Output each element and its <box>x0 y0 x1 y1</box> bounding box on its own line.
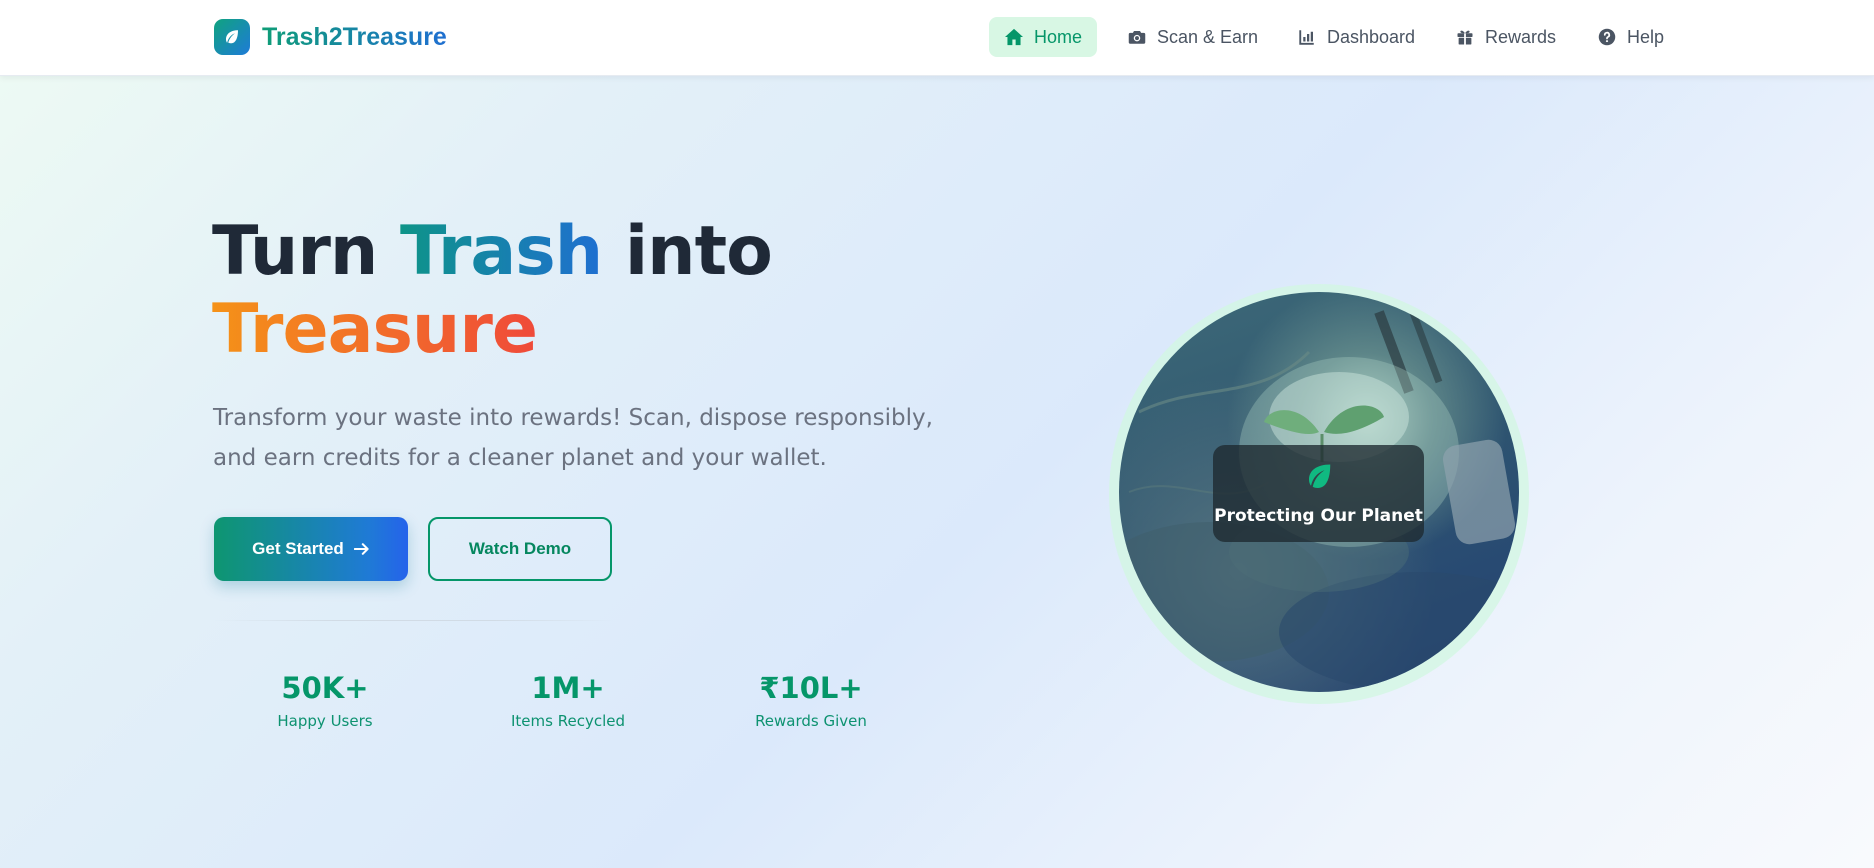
hero-subtitle: Transform your waste into rewards! Scan,… <box>213 398 933 478</box>
home-icon <box>1004 27 1024 47</box>
stat-items-recycled: 1M+ Items Recycled <box>458 668 678 730</box>
stat-label: Happy Users <box>277 712 373 730</box>
nav-dashboard[interactable]: Dashboard <box>1282 17 1430 57</box>
nav-scan-earn[interactable]: Scan & Earn <box>1112 17 1273 57</box>
brand-name: Trash2Treasure <box>262 22 447 51</box>
question-circle-icon <box>1597 27 1617 47</box>
leaf-icon <box>1303 462 1335 496</box>
camera-icon <box>1127 27 1147 47</box>
hero-caption-label: Protecting Our Planet <box>1214 505 1423 526</box>
stat-value: ₹10L+ <box>759 671 863 705</box>
leaf-icon <box>214 19 250 55</box>
hero-title: Turn Trash into Treasure <box>212 212 773 369</box>
stat-label: Items Recycled <box>511 712 625 730</box>
nav-scan-earn-label: Scan & Earn <box>1157 26 1259 47</box>
gift-icon <box>1455 27 1475 47</box>
watch-demo-label: Watch Demo <box>468 539 572 558</box>
hero-title-highlight-trash: Trash <box>399 212 603 291</box>
get-started-button[interactable]: Get Started <box>214 517 408 581</box>
stat-happy-users: 50K+ Happy Users <box>215 668 435 730</box>
nav-dashboard-label: Dashboard <box>1327 26 1416 47</box>
nav-home-label: Home <box>1034 26 1083 47</box>
stat-value: 1M+ <box>531 671 605 705</box>
hero-title-part1: Turn <box>212 212 400 291</box>
hero-title-part2: into <box>602 212 773 291</box>
hero-image-caption: Protecting Our Planet <box>1213 445 1424 542</box>
nav-home[interactable]: Home <box>989 17 1098 57</box>
chart-icon <box>1297 27 1317 47</box>
hero-subtitle-line1: Transform your waste into rewards! Scan,… <box>213 405 933 431</box>
top-navbar: Trash2Treasure Home Scan & Earn Dashboar… <box>0 0 1874 76</box>
nav-rewards-label: Rewards <box>1485 26 1557 47</box>
stats-divider <box>214 620 614 621</box>
nav-help[interactable]: Help <box>1582 17 1679 57</box>
nav-help-label: Help <box>1627 26 1665 47</box>
watch-demo-button[interactable]: Watch Demo <box>428 517 612 581</box>
stat-rewards-given: ₹10L+ Rewards Given <box>701 668 921 730</box>
hero-title-highlight-treasure: Treasure <box>212 290 538 369</box>
get-started-label: Get Started <box>252 539 344 558</box>
brand-logo-link[interactable]: Trash2Treasure <box>214 19 447 55</box>
arrow-right-icon <box>353 542 370 556</box>
stat-value: 50K+ <box>281 671 369 705</box>
nav-rewards[interactable]: Rewards <box>1440 17 1571 57</box>
stat-label: Rewards Given <box>755 712 867 730</box>
hero-subtitle-line2: and earn credits for a cleaner planet an… <box>213 445 827 471</box>
